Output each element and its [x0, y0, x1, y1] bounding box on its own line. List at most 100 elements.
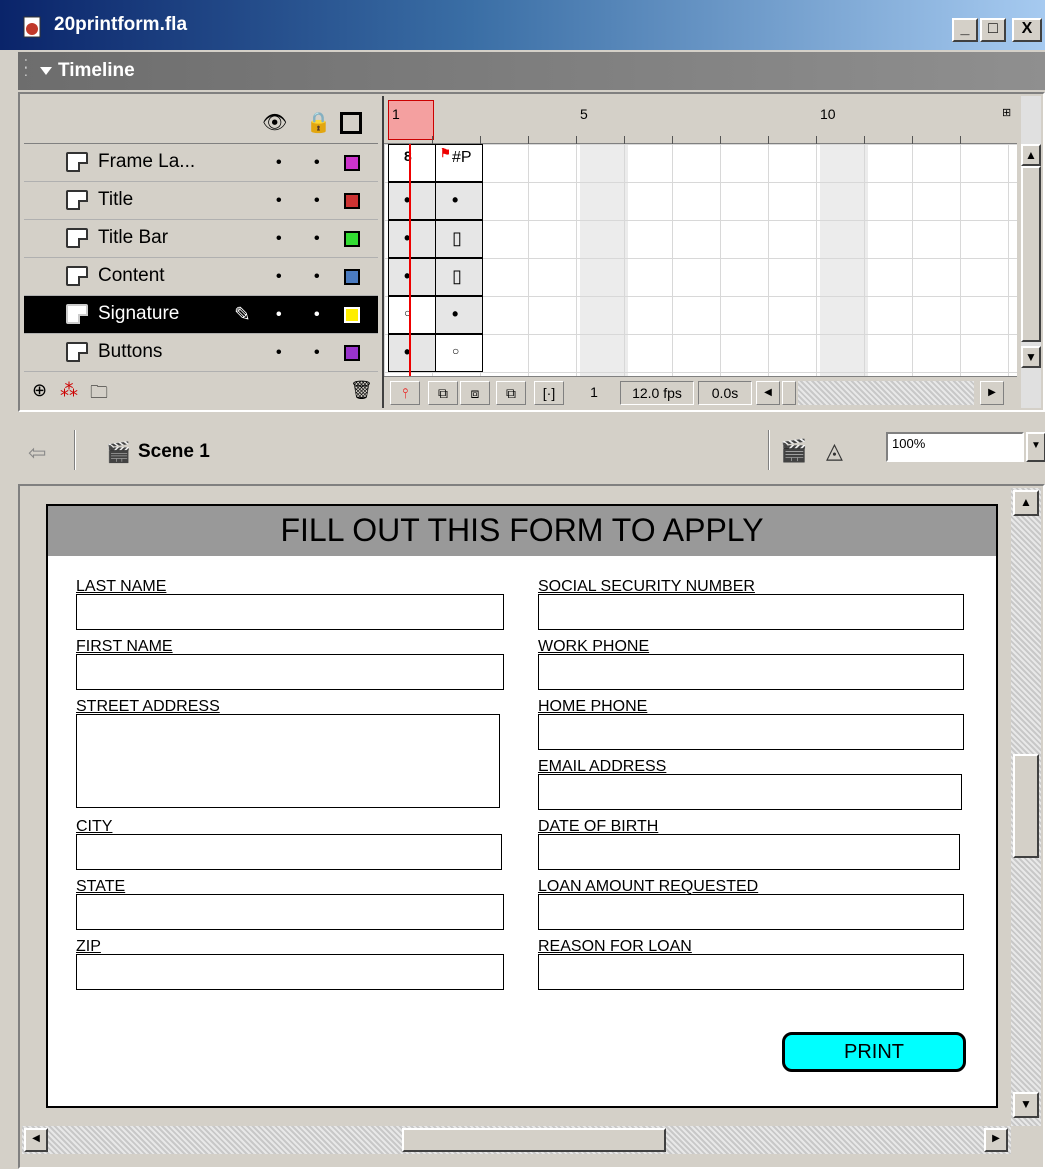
last-name-field[interactable]: [76, 594, 504, 630]
scroll-down-button[interactable]: ▼: [1013, 1092, 1039, 1118]
timeline-vertical-scrollbar[interactable]: ▲ ▼: [1021, 96, 1041, 408]
keyframe[interactable]: [388, 258, 436, 296]
grip-icon[interactable]: ⁚ ⁚: [24, 58, 28, 78]
eye-icon[interactable]: 👁: [262, 110, 287, 135]
add-motion-guide-icon[interactable]: ⁂: [60, 380, 78, 401]
trash-icon[interactable]: 🗑: [350, 380, 373, 401]
scroll-down-button[interactable]: ▼: [1021, 346, 1041, 368]
scroll-right-button[interactable]: ▶: [984, 1128, 1008, 1152]
reason-for-loan-field[interactable]: [538, 954, 964, 990]
horizontal-scroll-thumb[interactable]: [402, 1128, 666, 1152]
lock-dot[interactable]: •: [314, 230, 320, 248]
layer-row-frame-labels[interactable]: Frame La... • •: [24, 144, 378, 182]
zoom-input[interactable]: 100%: [886, 432, 1024, 462]
back-arrow-icon[interactable]: ⇦: [28, 440, 46, 466]
keyframe[interactable]: [388, 220, 436, 258]
scroll-left-button[interactable]: ◀: [24, 1128, 48, 1152]
visibility-dot[interactable]: •: [276, 154, 282, 172]
scroll-up-button[interactable]: ▲: [1021, 144, 1041, 166]
scroll-up-button[interactable]: ▲: [1013, 490, 1039, 516]
loan-amount-field[interactable]: [538, 894, 964, 930]
insert-layer-icon[interactable]: ⊕: [32, 380, 47, 401]
lock-dot[interactable]: •: [314, 268, 320, 286]
layer-row-content[interactable]: Content • •: [24, 258, 378, 296]
flag-icon: ⚑: [440, 146, 451, 160]
first-name-field[interactable]: [76, 654, 504, 690]
keyframe[interactable]: [388, 144, 436, 182]
keyframe[interactable]: [388, 334, 436, 372]
lock-dot[interactable]: •: [314, 306, 320, 324]
elapsed-time: 0.0s: [698, 381, 752, 405]
layer-color-swatch[interactable]: [344, 307, 360, 323]
keyframe[interactable]: [388, 296, 436, 334]
lock-dot[interactable]: •: [314, 192, 320, 210]
layer-color-swatch[interactable]: [344, 193, 360, 209]
lock-dot[interactable]: •: [314, 344, 320, 362]
layer-color-swatch[interactable]: [344, 231, 360, 247]
keyframe[interactable]: [388, 182, 436, 220]
layer-name: Title: [98, 189, 134, 210]
timeline-panel-header[interactable]: ⁚ ⁚ Timeline: [18, 52, 1045, 90]
scroll-right-button[interactable]: ▶: [980, 381, 1004, 405]
ssn-field[interactable]: [538, 594, 964, 630]
layer-name: Content: [98, 265, 165, 286]
state-field[interactable]: [76, 894, 504, 930]
date-of-birth-field[interactable]: [538, 834, 960, 870]
vertical-scroll-thumb[interactable]: [1013, 754, 1039, 858]
stage-area[interactable]: FILL OUT THIS FORM TO APPLY LAST NAME FI…: [18, 484, 1045, 1169]
timeline-panel: 👁 🔒 Frame La... • • Title • • Title Bar …: [18, 92, 1045, 412]
horizontal-scroll-track[interactable]: [798, 381, 974, 405]
frame-ruler[interactable]: 1 5 10 ⊞: [384, 96, 1017, 144]
center-frame-icon[interactable]: ⫯: [390, 381, 420, 405]
lock-dot[interactable]: •: [314, 154, 320, 172]
visibility-dot[interactable]: •: [276, 192, 282, 210]
insert-folder-icon[interactable]: 🗀: [90, 380, 108, 410]
ruler-number: 5: [580, 106, 588, 122]
visibility-dot[interactable]: •: [276, 230, 282, 248]
frame-view-menu-icon[interactable]: ⊞: [1002, 106, 1011, 119]
frame-rate[interactable]: 12.0 fps: [620, 381, 694, 405]
layer-row-title-bar[interactable]: Title Bar • •: [24, 220, 378, 258]
modify-onion-markers-icon[interactable]: [·]: [534, 381, 564, 405]
visibility-dot[interactable]: •: [276, 268, 282, 286]
outline-icon[interactable]: [340, 112, 362, 134]
keyframe[interactable]: [435, 182, 483, 220]
collapse-triangle-icon[interactable]: [40, 67, 52, 75]
layer-color-swatch[interactable]: [344, 155, 360, 171]
layer-color-swatch[interactable]: [344, 345, 360, 361]
scroll-left-button[interactable]: ◀: [756, 381, 780, 405]
onion-outline-icon[interactable]: ⧈: [460, 381, 490, 405]
stage-horizontal-scrollbar[interactable]: ◀ ▶: [22, 1126, 1011, 1154]
street-address-field[interactable]: [76, 714, 500, 808]
zip-field[interactable]: [76, 954, 504, 990]
timeline-label: Timeline: [58, 60, 135, 81]
close-button[interactable]: X: [1012, 18, 1042, 42]
visibility-dot[interactable]: •: [276, 344, 282, 362]
keyframe[interactable]: [435, 296, 483, 334]
layer-row-title[interactable]: Title • •: [24, 182, 378, 220]
print-button[interactable]: PRINT: [782, 1032, 966, 1072]
edit-multiple-frames-icon[interactable]: ⧉: [496, 381, 526, 405]
work-phone-field[interactable]: [538, 654, 964, 690]
horizontal-scroll-thumb[interactable]: [782, 381, 796, 405]
layer-toolbar: ⊕ ⁂ 🗀 🗑: [24, 376, 378, 408]
layer-row-signature[interactable]: Signature ✎ • •: [24, 296, 378, 334]
home-phone-field[interactable]: [538, 714, 964, 750]
vertical-scroll-thumb[interactable]: [1021, 166, 1041, 342]
lock-icon[interactable]: 🔒: [306, 110, 331, 135]
layer-row-buttons[interactable]: Buttons • •: [24, 334, 378, 372]
zoom-dropdown-button[interactable]: ▼: [1026, 432, 1045, 462]
edit-symbols-icon[interactable]: ◬: [826, 438, 843, 464]
city-field[interactable]: [76, 834, 502, 870]
scene-name[interactable]: Scene 1: [138, 441, 210, 463]
email-address-field[interactable]: [538, 774, 962, 810]
minimize-button[interactable]: _: [952, 18, 978, 42]
frames-area[interactable]: 1 5 10 ⊞ 8 ⚑ #P • • • ▯ • ▯ ○ • • ○ ⫯ ⧉ …: [382, 96, 1017, 408]
visibility-dot[interactable]: •: [276, 306, 282, 324]
edit-scene-icon[interactable]: 🎬: [780, 438, 807, 464]
maximize-button[interactable]: □: [980, 18, 1006, 42]
layer-color-swatch[interactable]: [344, 269, 360, 285]
onion-skin-icon[interactable]: ⧉: [428, 381, 458, 405]
stage-canvas[interactable]: FILL OUT THIS FORM TO APPLY LAST NAME FI…: [46, 504, 998, 1108]
stage-vertical-scrollbar[interactable]: ▲ ▼: [1011, 488, 1041, 1126]
